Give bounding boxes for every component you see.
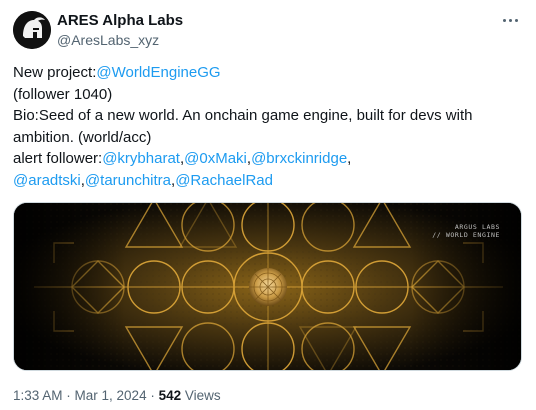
- dot: [508, 18, 512, 22]
- tweet-text: New project:@WorldEngineGG (follower 104…: [13, 62, 525, 191]
- text-alert-follower: alert follower:: [13, 150, 103, 167]
- overlay-label-2: // WORLD ENGINE: [432, 231, 500, 239]
- separator: ·: [146, 388, 159, 403]
- media-image[interactable]: ARGUS LABS // WORLD ENGINE: [13, 202, 522, 371]
- dot: [514, 18, 518, 22]
- author-name[interactable]: ARES Alpha Labs: [57, 12, 183, 30]
- dot: [502, 18, 506, 22]
- mention-tarunchitra[interactable]: @tarunchitra: [85, 172, 171, 189]
- tweet-date[interactable]: Mar 1, 2024: [75, 388, 147, 403]
- mention-rachaelrad[interactable]: @RachaelRad: [175, 172, 273, 189]
- tweet-line-5: alert follower:@krybharat,@0xMaki,@brxck…: [13, 148, 525, 170]
- central-orb: [249, 268, 287, 306]
- comma: ,: [347, 150, 352, 167]
- tweet-time[interactable]: 1:33 AM: [13, 388, 63, 403]
- avatar[interactable]: [13, 11, 51, 49]
- tweet-line-4: ambition. (world/acc): [13, 128, 152, 146]
- separator: ·: [62, 388, 75, 403]
- mention-aradtski[interactable]: @aradtski: [13, 172, 81, 189]
- text-new-project: New project:: [13, 64, 97, 81]
- tweet-meta: 1:33 AM · Mar 1, 2024 · 542 Views: [13, 387, 221, 405]
- mention-brxckinridge[interactable]: @brxckinridge: [251, 150, 347, 167]
- tweet-card: ARES Alpha Labs @AresLabs_xyz New projec…: [0, 0, 536, 410]
- author-handle[interactable]: @AresLabs_xyz: [57, 31, 159, 49]
- views-label: Views: [181, 388, 221, 403]
- tweet-line-6: @aradtski,@tarunchitra,@RachaelRad: [13, 170, 525, 192]
- mention-0xmaki[interactable]: @0xMaki: [184, 150, 247, 167]
- tweet-line-1: New project:@WorldEngineGG: [13, 62, 525, 84]
- tweet-line-2: (follower 1040): [13, 85, 113, 103]
- mention-worldengine[interactable]: @WorldEngineGG: [96, 64, 220, 81]
- views-count[interactable]: 542: [159, 388, 182, 403]
- mention-krybharat[interactable]: @krybharat: [102, 150, 180, 167]
- overlay-label-1: ARGUS LABS: [455, 223, 500, 231]
- tweet-line-3: Bio:Seed of a new world. An onchain game…: [13, 107, 473, 124]
- spartan-helmet-icon: [13, 11, 51, 49]
- world-engine-banner: ARGUS LABS // WORLD ENGINE: [14, 203, 521, 370]
- ellipsis-icon[interactable]: [496, 8, 524, 32]
